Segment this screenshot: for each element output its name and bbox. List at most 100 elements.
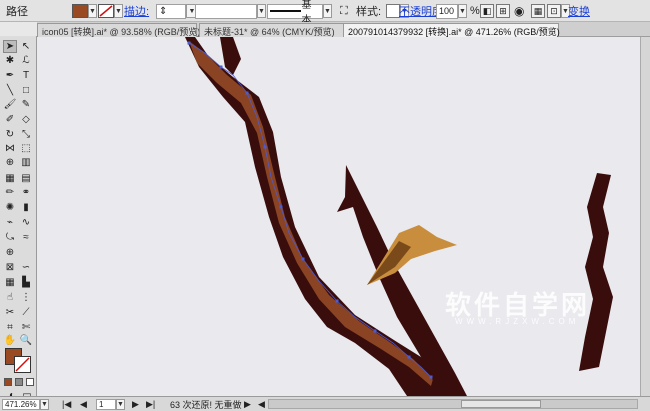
zoom-tool-icon[interactable]: 🔍 — [19, 334, 33, 347]
anchor-point[interactable] — [429, 375, 433, 379]
anchor-point[interactable] — [335, 299, 339, 303]
graphic-style-swatch[interactable] — [386, 4, 400, 18]
first-page-icon[interactable]: |◀ — [62, 398, 71, 410]
line-tool-icon[interactable]: ╲ — [3, 84, 17, 97]
artboard-tool-icon[interactable]: ⊠ — [3, 261, 17, 274]
illustrator-window: 路径 ▼ ▼ 描边: ⇕ ▼ ▼ 基本 ▼ ⛶ 样式: ▼ 不透明度: 100 … — [0, 0, 650, 411]
next-page-icon[interactable]: ▶ — [132, 398, 139, 410]
stroke-swatch[interactable] — [98, 4, 114, 18]
page-dropdown[interactable]: ▼ — [116, 398, 125, 410]
none-mode-icon[interactable] — [26, 378, 34, 386]
knife-tool-icon[interactable]: ⟋ — [19, 306, 33, 319]
blob-brush-tool-icon[interactable]: ✐ — [3, 113, 17, 126]
transform-ref-icon[interactable]: ⊡ — [547, 4, 561, 18]
scissors-tool-icon[interactable]: ✄ — [19, 321, 33, 334]
chart-tool-icon[interactable]: ▙ — [19, 276, 33, 289]
last-page-icon[interactable]: ▶| — [146, 398, 155, 410]
style-label: 样式: — [356, 6, 382, 18]
eraser-tool-icon[interactable]: ◇ — [19, 113, 33, 126]
arrange-icon[interactable]: ▦ — [531, 4, 545, 18]
hand-tool-icon[interactable]: ✋ — [3, 334, 17, 347]
anchor-point[interactable] — [187, 41, 191, 45]
free-transform-tool-icon[interactable]: ⬚ — [19, 142, 33, 155]
anchor-point[interactable] — [407, 355, 411, 359]
hand-drag-tool-icon[interactable]: ☝ — [3, 291, 17, 304]
spacing-tool-icon[interactable]: ⋮ — [19, 291, 33, 304]
smooth-tool-icon[interactable]: ≈ — [19, 231, 33, 244]
artwork — [185, 37, 613, 396]
grid-tool-icon[interactable]: ▦ — [3, 276, 17, 289]
opacity-field[interactable]: 100 — [436, 3, 458, 19]
align-icon[interactable]: ⊞ — [496, 4, 510, 18]
globe-tool-icon[interactable]: ⊕ — [3, 246, 17, 259]
options-icon[interactable]: ⛶ — [340, 0, 348, 22]
isolate-icon[interactable]: ◉ — [514, 4, 524, 18]
scale-tool-icon[interactable]: ⤡ — [19, 128, 33, 141]
width-tool-icon[interactable]: ⋈ — [3, 142, 17, 155]
crop-tool-icon[interactable]: ⌗ — [3, 321, 17, 334]
path-tool-icon[interactable]: ⤿ — [3, 231, 17, 244]
tab-untitled-31[interactable]: 未标题-31* @ 64% (CMYK/预览) — [199, 23, 349, 37]
artboard-canvas[interactable]: 软件自学网 WWW.RJZXW.COM — [37, 37, 650, 396]
recolor-icon[interactable]: ◧ — [480, 4, 494, 18]
horizontal-scroll-thumb[interactable] — [461, 400, 541, 408]
brush-style-dropdown[interactable]: ▼ — [323, 4, 332, 18]
type-tool-icon[interactable]: T — [19, 69, 33, 82]
transform-link[interactable]: 变换 — [568, 3, 590, 19]
anchor-point[interactable] — [301, 257, 305, 261]
stroke-dropdown[interactable]: ▼ — [114, 4, 123, 18]
tab-icon05[interactable]: icon05 [转换].ai* @ 93.58% (RGB/预览) — [37, 23, 200, 37]
slice-tool-icon[interactable]: ✂ — [3, 306, 17, 319]
status-menu-icon[interactable]: ▶ — [244, 398, 251, 410]
pencil-tool-icon[interactable]: ✎ — [19, 98, 33, 111]
direct-selection-tool-icon[interactable]: ↖ — [19, 40, 33, 53]
fill-swatch[interactable] — [72, 4, 88, 18]
blend-tool-icon[interactable]: ⚭ — [19, 186, 33, 199]
anchor-point[interactable] — [219, 65, 223, 69]
perspective-tool-icon[interactable]: ▥ — [19, 156, 33, 169]
page-field[interactable]: 1 — [96, 398, 116, 410]
zoom-field[interactable]: 471.26% — [2, 398, 40, 410]
anchor-point[interactable] — [279, 205, 283, 209]
rotate-tool-icon[interactable]: ↻ — [3, 128, 17, 141]
lasso-tool-icon[interactable]: ℒ — [19, 54, 33, 67]
stroke-link[interactable]: 描边: — [124, 3, 149, 19]
color-mode-icon[interactable] — [4, 378, 12, 386]
no-stroke-icon — [99, 5, 113, 17]
stroke-color-box[interactable] — [14, 356, 31, 373]
shape-builder-tool-icon[interactable]: ⊕ — [3, 156, 17, 169]
anchor-point[interactable] — [373, 329, 377, 333]
gradient-tool-icon[interactable]: ▤ — [19, 172, 33, 185]
magic-wand-tool-icon[interactable]: ✱ — [3, 54, 17, 67]
mode-label: 路径 — [6, 6, 28, 18]
anchor-point[interactable] — [245, 91, 249, 95]
symbol-sprayer-tool-icon[interactable]: ✺ — [3, 201, 17, 214]
mesh-tool-icon[interactable]: ▦ — [3, 172, 17, 185]
brush-style-field[interactable]: 基本 — [267, 0, 323, 26]
curvature-tool-icon[interactable]: ∿ — [19, 216, 33, 229]
stroke-weight-field[interactable]: ⇕ — [156, 3, 186, 19]
opacity-dropdown[interactable]: ▼ — [458, 4, 467, 18]
fill-dropdown[interactable]: ▼ — [88, 4, 97, 18]
variable-width-field[interactable] — [195, 3, 257, 19]
selection-tool-icon[interactable]: ➤ — [3, 40, 17, 53]
vertical-scrollbar[interactable] — [640, 37, 650, 396]
tab-active-document[interactable]: 20079101437​9932 [转换].ai* @ 471.26% (RGB… — [343, 23, 560, 37]
gradient-mode-icon[interactable] — [15, 378, 23, 386]
eyedropper-tool-icon[interactable]: ✏ — [3, 186, 17, 199]
anchor-tool-icon[interactable]: ⌁ — [3, 216, 17, 229]
branch-shape-main[interactable] — [185, 37, 451, 396]
variable-width-dropdown[interactable]: ▼ — [257, 4, 266, 18]
far-right-branch[interactable] — [579, 173, 613, 371]
warp-tool-icon[interactable]: ∽ — [19, 261, 33, 274]
no-color-icon — [15, 357, 30, 372]
pen-tool-icon[interactable]: ✒ — [3, 69, 17, 82]
scroll-left-icon[interactable]: ◀ — [258, 398, 265, 410]
horizontal-scrollbar[interactable] — [268, 399, 638, 409]
column-graph-tool-icon[interactable]: ▮ — [19, 201, 33, 214]
rectangle-tool-icon[interactable]: □ — [19, 84, 33, 97]
zoom-dropdown[interactable]: ▼ — [40, 398, 49, 410]
anchor-point[interactable] — [263, 145, 267, 149]
paintbrush-tool-icon[interactable]: 🖌 — [3, 98, 17, 111]
prev-page-icon[interactable]: ◀ — [80, 398, 87, 410]
